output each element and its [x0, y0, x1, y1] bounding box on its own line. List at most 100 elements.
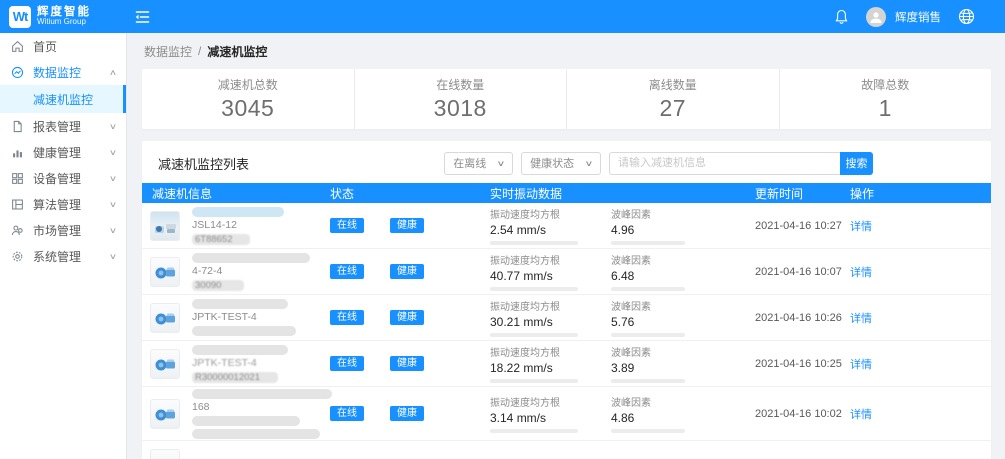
search-input[interactable] — [609, 152, 840, 175]
stat-label: 故障总数 — [861, 76, 909, 93]
list-title: 减速机监控列表 — [158, 154, 249, 173]
status-badge: 在线 — [330, 406, 364, 421]
rms-metric: 振动速度均方根30.21 mm/s — [490, 298, 578, 337]
rms-metric: 振动速度均方根2.54 mm/s — [490, 206, 578, 245]
status-badge: 在线 — [330, 310, 364, 325]
table-body: JSL14-126T88652在线健康振动速度均方根2.54 mm/s波峰因素4… — [142, 203, 991, 459]
stats-summary-card: 减速机总数3045在线数量3018离线数量27故障总数1 — [142, 69, 991, 129]
table-header-row: 减速机信息状态实时振动数据更新时间操作 — [142, 183, 991, 203]
detail-link[interactable]: 详情 — [850, 409, 872, 421]
home-icon — [11, 39, 25, 53]
sidebar-item-data-monitor[interactable]: 数据监控∧ — [0, 59, 126, 85]
device-info-cell — [142, 449, 320, 459]
user-name[interactable]: 辉度销售 — [895, 9, 941, 25]
system-icon — [11, 249, 25, 263]
metric-label: 振动速度均方根 — [490, 252, 578, 267]
table-header-cell: 状态 — [320, 185, 480, 202]
device-text-redacted — [192, 207, 284, 217]
stat-value: 3045 — [221, 95, 274, 122]
breadcrumb-parent[interactable]: 数据监控 — [144, 43, 192, 60]
sidebar-item-device[interactable]: 设备管理∨ — [0, 165, 126, 191]
device-name: JSL14-12 — [192, 220, 284, 231]
status-cell: 在线健康 — [320, 218, 480, 233]
device-text-redacted: 30090 — [192, 280, 244, 291]
device-text-redacted: 6T88652 — [192, 234, 250, 245]
update-time: 2021-04-16 10:02 — [745, 408, 840, 420]
metric-bar — [490, 287, 578, 291]
action-cell: 详情 — [840, 309, 991, 327]
crest-metric: 波峰因素3.89 — [611, 344, 685, 383]
breadcrumb-separator: / — [198, 44, 201, 58]
stat-value: 1 — [879, 95, 892, 122]
chevron-down-icon: ∨ — [585, 159, 594, 168]
device-name-lines: JPTK-TEST-4 — [192, 299, 296, 336]
status-badge: 健康 — [390, 218, 424, 233]
user-avatar[interactable] — [866, 7, 886, 27]
online-status-select[interactable]: 在离线 ∨ — [444, 152, 513, 175]
device-thumbnail[interactable] — [150, 349, 180, 379]
sidebar-item-label: 设备管理 — [33, 170, 81, 187]
sidebar-item-system[interactable]: 系统管理∨ — [0, 243, 126, 269]
monitor-icon — [11, 65, 25, 79]
sidebar-subitem-reducer-monitor[interactable]: 减速机监控 — [0, 85, 126, 113]
notification-bell-icon[interactable] — [834, 9, 849, 25]
sidebar-item-health[interactable]: 健康管理∨ — [0, 139, 126, 165]
detail-link[interactable]: 详情 — [850, 267, 872, 279]
stat-label: 离线数量 — [649, 76, 697, 93]
stat-label: 在线数量 — [436, 76, 484, 93]
device-text-redacted — [192, 345, 288, 355]
device-text-redacted: R30000012021 — [192, 372, 278, 383]
vibration-data-cell: 振动速度均方根3.14 mm/s 波峰因素4.86 — [480, 394, 745, 433]
sidebar-item-report[interactable]: 报表管理∨ — [0, 113, 126, 139]
update-time: 2021-04-16 10:26 — [745, 312, 840, 324]
metric-bar — [490, 429, 578, 433]
chevron-icon: ∨ — [109, 200, 117, 209]
sidebar-item-home[interactable]: 首页 — [0, 33, 126, 59]
health-icon — [11, 145, 25, 159]
monitor-list-card: 减速机监控列表 在离线 ∨ 健康状态 ∨ 搜索 减速机信息状态实时振动数据更新时… — [142, 141, 991, 459]
sidebar-item-label: 系统管理 — [33, 248, 81, 265]
device-text-redacted — [192, 429, 320, 439]
sidebar-item-market[interactable]: 市场管理∨ — [0, 217, 126, 243]
sidebar-item-label: 报表管理 — [33, 118, 81, 135]
device-thumbnail[interactable] — [150, 257, 180, 287]
detail-link[interactable]: 详情 — [850, 359, 872, 371]
device-thumbnail[interactable] — [150, 449, 180, 459]
rms-metric: 振动速度均方根3.14 mm/s — [490, 394, 578, 433]
online-status-select-value: 在离线 — [453, 155, 486, 171]
chevron-icon: ∨ — [109, 226, 117, 235]
metric-label: 波峰因素 — [611, 252, 685, 267]
device-name: JPTK-TEST-4 — [192, 312, 296, 323]
metric-bar — [490, 379, 578, 383]
device-icon — [11, 171, 25, 185]
metric-value: 18.22 mm/s — [490, 361, 578, 375]
device-text-redacted — [192, 253, 310, 263]
crest-metric: 波峰因素4.86 — [611, 394, 685, 433]
sidebar-item-algorithm[interactable]: 算法管理∨ — [0, 191, 126, 217]
device-thumbnail[interactable] — [150, 211, 180, 241]
device-thumbnail[interactable] — [150, 303, 180, 333]
device-thumbnail[interactable] — [150, 399, 180, 429]
table-row: 振动速度均方根波峰因素 — [142, 441, 991, 459]
logo-icon: Wt — [9, 6, 31, 28]
vibration-data-cell: 振动速度均方根40.77 mm/s波峰因素6.48 — [480, 252, 745, 291]
list-toolbar: 减速机监控列表 在离线 ∨ 健康状态 ∨ 搜索 — [142, 141, 991, 183]
detail-link[interactable]: 详情 — [850, 313, 872, 325]
metric-label: 波峰因素 — [611, 298, 685, 313]
table-header-cell: 实时振动数据 — [480, 185, 745, 202]
menu-fold-icon[interactable] — [135, 10, 150, 24]
status-badge: 在线 — [330, 264, 364, 279]
metric-value: 5.76 — [611, 315, 685, 329]
search-button[interactable]: 搜索 — [840, 152, 873, 175]
brand-logo: Wt 辉度智能 Witium Group — [0, 0, 127, 33]
vibration-data-cell: 振动速度均方根30.21 mm/s 波峰因素 5.76 — [480, 298, 745, 337]
status-badge: 健康 — [390, 406, 424, 421]
health-status-select[interactable]: 健康状态 ∨ — [521, 152, 601, 175]
detail-link[interactable]: 详情 — [850, 221, 872, 233]
device-text-redacted — [192, 326, 296, 336]
update-time: 2021-04-16 10:25 — [745, 358, 840, 370]
device-text-redacted — [192, 299, 288, 309]
language-globe-icon[interactable] — [958, 8, 975, 25]
metric-value: 3.14 mm/s — [490, 411, 578, 425]
device-text-redacted — [192, 416, 300, 426]
